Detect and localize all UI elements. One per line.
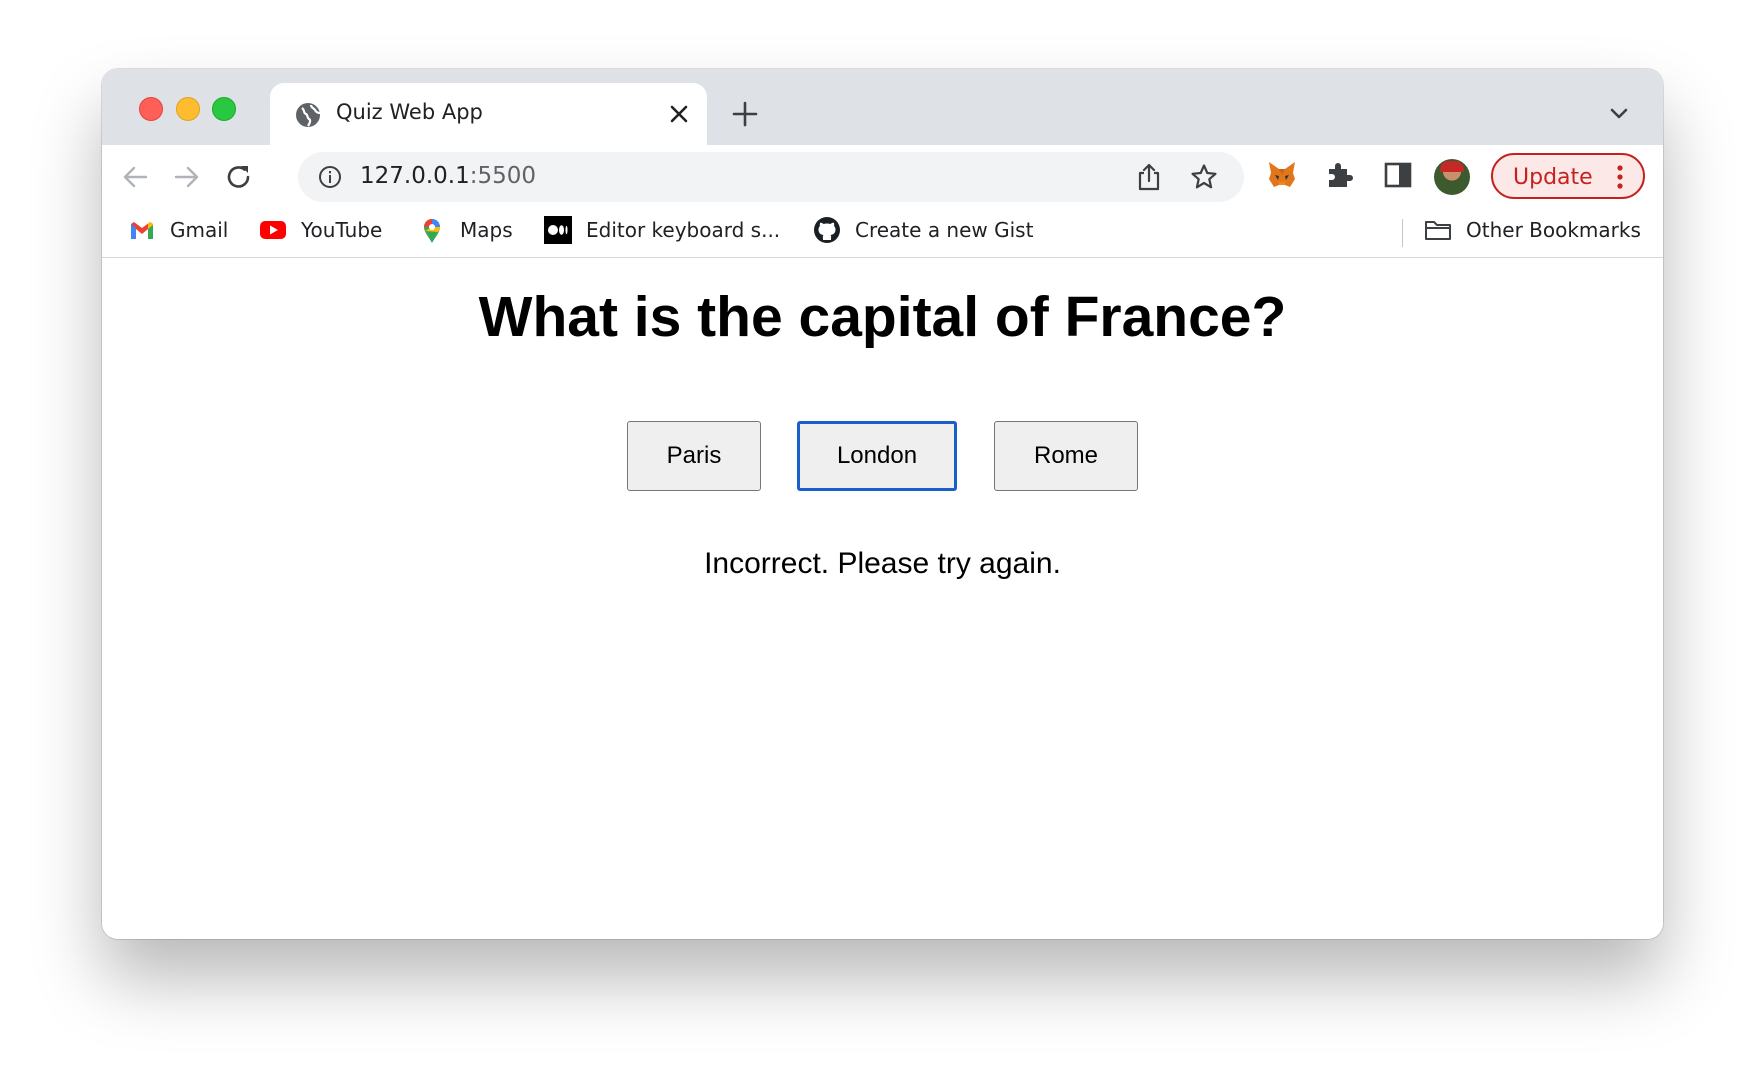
bookmark-label: Create a new Gist	[855, 218, 1034, 242]
answer-buttons: Paris London Rome	[102, 421, 1663, 491]
bookmarks-bar: Gmail YouTube Maps Editor keyboard s... …	[102, 207, 1663, 258]
extensions-puzzle-icon[interactable]	[1323, 159, 1355, 191]
folder-icon	[1425, 221, 1451, 240]
more-vert-icon[interactable]	[1617, 165, 1623, 189]
address-bar[interactable]: 127.0.0.1:5500	[298, 152, 1244, 202]
bookmark-label: Gmail	[170, 218, 229, 242]
browser-toolbar: 127.0.0.1:5500 Update	[102, 145, 1663, 207]
gmail-icon	[131, 222, 153, 239]
page-content: What is the capital of France? Paris Lon…	[102, 258, 1663, 939]
back-arrow-icon[interactable]	[120, 162, 150, 192]
bookmark-gmail[interactable]: Gmail	[128, 215, 228, 245]
maximize-window-button[interactable]	[212, 97, 236, 121]
bookmarks-divider	[1402, 219, 1403, 247]
answer-button-paris[interactable]: Paris	[627, 421, 761, 491]
quiz-question: What is the capital of France?	[478, 285, 1287, 349]
medium-icon	[544, 216, 572, 244]
other-bookmarks-label: Other Bookmarks	[1466, 218, 1641, 242]
close-tab-icon[interactable]	[669, 104, 689, 124]
bookmark-editor-keyboard[interactable]: Editor keyboard s...	[544, 215, 780, 245]
bookmark-star-icon[interactable]	[1190, 163, 1218, 191]
bookmark-youtube[interactable]: YouTube	[259, 215, 382, 245]
new-tab-icon[interactable]	[732, 101, 758, 127]
profile-avatar[interactable]	[1434, 159, 1470, 195]
tab-quiz-web-app[interactable]: Quiz Web App	[270, 83, 707, 145]
quiz-feedback: Incorrect. Please try again.	[704, 547, 1061, 580]
bookmark-label: Editor keyboard s...	[586, 218, 781, 242]
forward-arrow-icon[interactable]	[172, 162, 202, 192]
chevron-down-icon[interactable]	[1609, 107, 1629, 121]
bookmark-github-gist[interactable]: Create a new Gist	[813, 215, 1033, 245]
reload-icon[interactable]	[224, 162, 254, 192]
url-text: 127.0.0.1:5500	[360, 163, 536, 189]
browser-window: Quiz Web App 127.0.0.1:5500 Update Gmail…	[102, 69, 1663, 939]
other-bookmarks-folder[interactable]: Other Bookmarks	[1424, 215, 1641, 245]
github-icon	[814, 217, 840, 243]
tab-title: Quiz Web App	[336, 100, 483, 124]
bookmark-maps[interactable]: Maps	[418, 215, 513, 245]
info-icon[interactable]	[318, 165, 342, 189]
youtube-icon	[260, 221, 286, 239]
update-button[interactable]: Update	[1491, 153, 1645, 199]
tab-strip: Quiz Web App	[102, 69, 1663, 145]
answer-button-london[interactable]: London	[797, 421, 957, 491]
update-label: Update	[1513, 165, 1593, 190]
answer-button-rome[interactable]: Rome	[994, 421, 1138, 491]
close-window-button[interactable]	[139, 97, 163, 121]
share-icon[interactable]	[1136, 163, 1162, 191]
globe-icon	[296, 103, 321, 127]
maps-icon	[424, 219, 440, 243]
minimize-window-button[interactable]	[176, 97, 200, 121]
url-host: 127.0.0.1	[360, 163, 470, 189]
metamask-fox-icon[interactable]	[1266, 159, 1298, 191]
side-panel-icon[interactable]	[1382, 159, 1414, 191]
url-port: :5500	[469, 163, 537, 189]
bookmark-label: Maps	[460, 218, 513, 242]
bookmark-label: YouTube	[301, 218, 383, 242]
